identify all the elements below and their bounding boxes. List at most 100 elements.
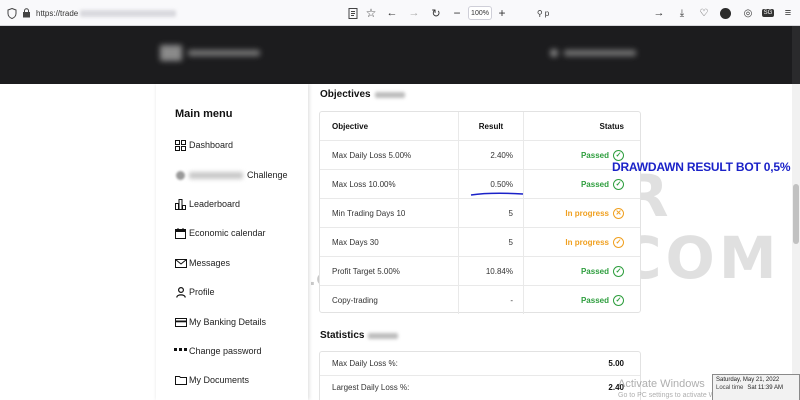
menu-item-change-password[interactable]: Change password [174,345,262,357]
user-name-redacted [564,50,636,56]
menu-item-banking-details[interactable]: My Banking Details [174,316,266,328]
objective-cell: Min Trading Days 10 [332,208,406,218]
objective-cell: Copy-trading [332,295,378,305]
col-header-status: Status [599,121,624,131]
statistics-heading: Statistics [320,330,399,341]
result-cell: 5 [458,199,524,227]
site-header [0,26,800,84]
status-badge: In progress [565,237,609,247]
shield-icon[interactable] [6,0,18,26]
scrollbar-thumb[interactable] [793,184,799,244]
clock-tooltip: Saturday, May 21, 2022 Local time Sat 11… [712,374,800,400]
extension-icon[interactable] [718,0,732,26]
browser-toolbar: https://trade ☆ ← → ↻ − 100% + ⚲ p → ⤓ ♡ … [0,0,800,26]
menu-item-challenge[interactable]: Challenge [174,169,288,181]
zoom-out-icon[interactable]: − [451,0,463,26]
objectives-heading-text: Objectives [320,89,371,100]
password-icon [174,345,187,357]
leaderboard-icon [174,198,187,210]
logo-mark [160,45,182,61]
statistics-table: Max Daily Loss %: 5.00 Largest Daily Los… [319,351,641,400]
check-circle-icon: ✓ [613,178,624,190]
download-icon[interactable]: ⤓ [675,0,689,26]
objectives-id-redacted [374,91,405,98]
objective-cell: Max Loss 10.00% [332,179,396,189]
pocket-icon[interactable]: ♡ [697,0,711,26]
objectives-heading: Objectives [320,89,405,100]
table-row: Max Daily Loss %: 5.00 [320,352,640,375]
search-field[interactable]: ⚲ p [536,0,550,26]
menu-item-label: Leaderboard [189,199,241,209]
result-cell: 5 [458,228,524,256]
menu-item-profile[interactable]: Profile [174,286,215,298]
col-header-objective: Objective [332,121,369,131]
challenge-icon [174,169,187,181]
reload-icon[interactable]: ↻ [429,0,443,26]
site-logo[interactable] [160,43,270,63]
user-icon [550,49,558,57]
statistics-heading-text: Statistics [320,330,365,341]
status-badge: In progress [565,208,609,218]
menu-item-leaderboard[interactable]: Leaderboard [174,198,240,210]
check-circle-icon: ✓ [613,265,624,277]
activate-windows-title: Activate Windows [618,378,705,390]
zoom-level[interactable]: 100% [468,6,492,20]
table-row: Max Daily Loss 5.00% 2.40% Passed ✓ [320,140,640,169]
drawdown-annotation: DRAWDAWN RESULT BOT 0,5% [612,160,791,174]
page-scrollbar[interactable] [792,84,800,400]
menu-item-label: Economic calendar [189,228,266,238]
table-row: Profit Target 5.00% 10.84% Passed ✓ [320,256,640,285]
menu-item-label: Challenge [247,170,288,180]
back-arrow-icon[interactable]: ← [385,0,399,26]
status-cell: In progress ✓ [524,228,640,256]
stat-label: Largest Daily Loss %: [332,382,410,392]
reader-view-icon[interactable] [346,0,360,26]
menu-item-label: Dashboard [189,140,234,150]
stat-label: Max Daily Loss %: [332,359,398,368]
lock-icon[interactable] [20,0,32,26]
dashboard-icon [174,139,187,151]
menu-item-label: My Banking Details [189,317,267,327]
address-bar[interactable]: https://trade [36,0,206,26]
status-cell: In progress ✕ [524,199,640,227]
clock-time: Sat 11:39 AM [747,385,783,391]
result-cell: 10.84% [458,257,524,285]
calendar-icon [174,227,187,239]
menu-item-label: My Documents [189,375,250,385]
main-menu: Main menu Dashboard Challenge Leaderboar… [156,84,308,400]
status-badge: Passed [580,179,609,189]
menu-item-dashboard[interactable]: Dashboard [174,139,233,151]
result-cell: 2.40% [458,141,524,169]
status-cell: Passed ✓ [524,257,640,285]
menu-item-messages[interactable]: Messages [174,257,230,269]
clock-label: Local time [716,385,744,391]
scrollbar-top [792,26,800,84]
logo-text-redacted [188,50,260,56]
clock-date: Saturday, May 21, 2022 [716,377,780,383]
folder-icon [174,374,187,386]
status-badge: Passed [580,150,609,160]
menu-item-label: Messages [189,258,231,268]
result-cell: - [458,286,524,314]
menu-item-economic-calendar[interactable]: Economic calendar [174,227,266,239]
header-user-menu[interactable] [550,46,640,60]
objectives-table: Objective Result Status Max Daily Loss 5… [319,111,641,314]
menu-item-my-documents[interactable]: My Documents [174,374,249,386]
status-cell: Passed ✓ [524,170,640,198]
status-badge: Passed [580,266,609,276]
objective-cell: Max Days 30 [332,237,379,247]
go-arrow-icon[interactable]: → [652,0,666,26]
table-row: Max Days 30 5 In progress ✓ [320,227,640,256]
account-icon[interactable]: ◎ [741,0,755,26]
forward-arrow-icon[interactable]: → [407,0,421,26]
hamburger-menu-icon[interactable]: ≡ [781,0,795,26]
x-circle-icon: ✕ [613,207,624,219]
vpn-badge-icon[interactable]: SG [760,0,776,26]
url-text: https://trade [36,8,79,18]
search-value: p [544,8,550,18]
table-row: Copy-trading - Passed ✓ [320,285,640,314]
main-menu-title: Main menu [175,108,233,120]
bookmark-star-icon[interactable]: ☆ [364,0,378,26]
annotation-underline [470,192,524,196]
zoom-in-icon[interactable]: + [496,0,508,26]
